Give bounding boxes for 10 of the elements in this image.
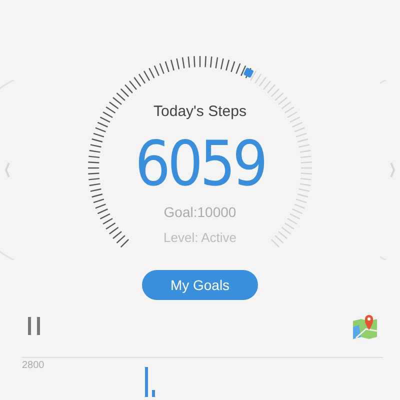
map-icon[interactable] bbox=[352, 313, 378, 339]
step-count: 6059 bbox=[135, 132, 265, 196]
axis-label: 2800 bbox=[22, 360, 44, 371]
my-goals-button[interactable]: My Goals bbox=[142, 270, 258, 300]
goal-text: Goal:10000 bbox=[164, 204, 236, 220]
steps-title: Today's Steps bbox=[154, 103, 246, 120]
progress-marker bbox=[243, 67, 254, 78]
activity-level: Level: Active bbox=[164, 230, 236, 245]
step-bars-drawing bbox=[142, 367, 158, 397]
pause-icon[interactable] bbox=[28, 317, 40, 335]
